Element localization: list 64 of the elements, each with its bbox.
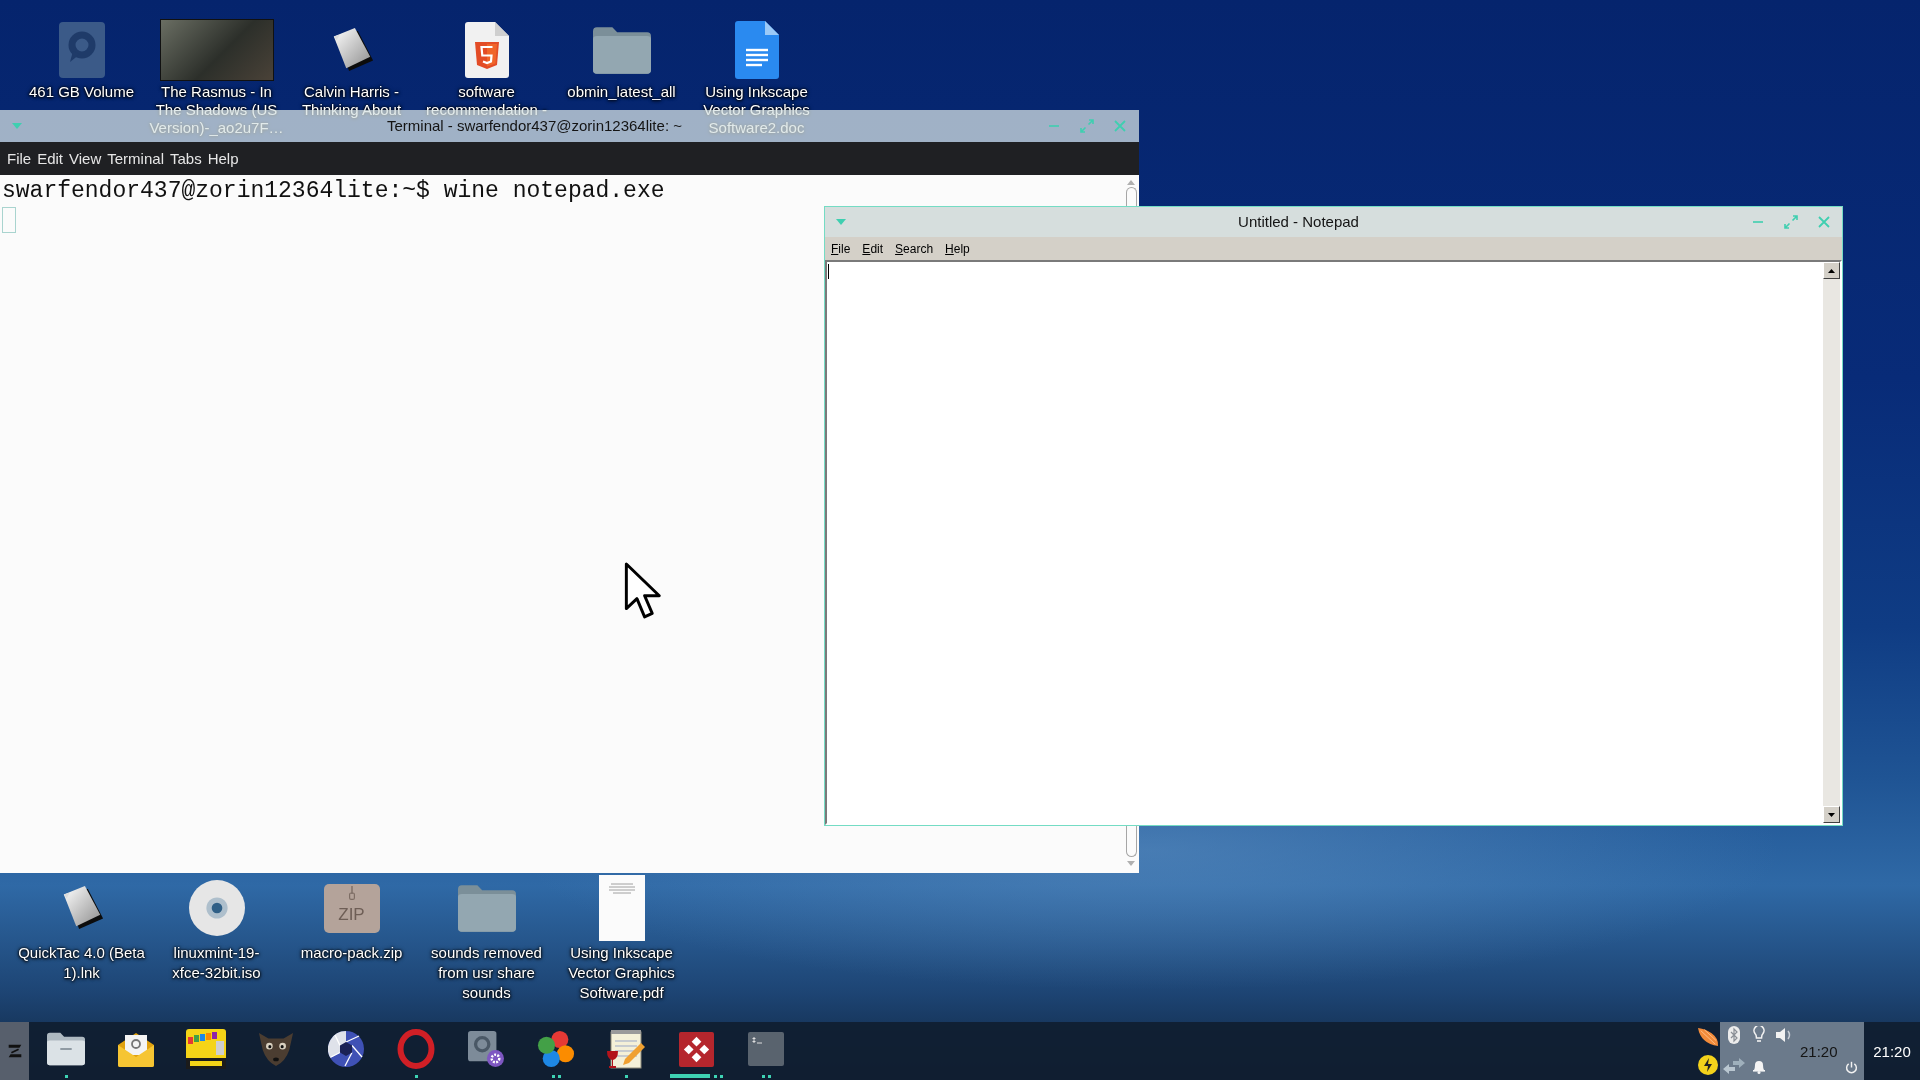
diamond-pattern-icon[interactable] (678, 1031, 714, 1067)
icon-label[interactable]: 461 GB Volume (28, 83, 135, 101)
drive-icon[interactable] (58, 22, 105, 78)
citrus-slice-icon[interactable] (1697, 1027, 1719, 1047)
scroll-down-button[interactable] (1823, 806, 1840, 823)
document-icon[interactable] (734, 21, 779, 79)
html-file-icon[interactable] (464, 22, 509, 78)
text-caret-icon (828, 264, 829, 279)
clover-icon[interactable] (537, 1030, 575, 1068)
clock[interactable]: 21:20 (1873, 1042, 1911, 1060)
icon-label[interactable]: QuickTac 4.0 (Beta 1).lnk (18, 943, 145, 983)
lightbulb-icon[interactable] (1752, 1026, 1765, 1044)
icon-label[interactable]: The Rasmus - In The Shadows (US Version)-_ao2u7F… (149, 83, 284, 137)
terminal-icon[interactable] (748, 1032, 784, 1066)
menu-item[interactable]: Terminal (104, 150, 167, 167)
photo-placeholder[interactable] (159, 19, 274, 81)
disc-icon[interactable] (188, 880, 245, 936)
time-label[interactable]: 21:20 (1800, 1043, 1838, 1061)
bell-icon[interactable] (1751, 1058, 1766, 1074)
lightning-icon[interactable] (1698, 1055, 1718, 1075)
volume-icon[interactable] (1774, 1027, 1793, 1043)
icon-label[interactable]: Using Inkscape Vector Graphics Software2.doc (703, 83, 810, 137)
menu-item[interactable]: Edit (856, 241, 890, 256)
menu-item[interactable]: File (4, 150, 35, 167)
menu-item[interactable]: Tabs (166, 150, 205, 167)
page-icon[interactable] (598, 875, 645, 941)
icon-label[interactable]: sounds removed from usr share sounds (431, 943, 542, 1003)
menu-item[interactable]: View (66, 150, 105, 167)
bluetooth-icon[interactable] (1727, 1026, 1740, 1044)
terminal-line: swarfendor437@zorin12364lite:~$ wine notepad.exe (2, 177, 666, 205)
notepad-icon[interactable] (605, 1029, 647, 1069)
menu-item[interactable]: Edit (34, 150, 67, 167)
camera-shutter-icon[interactable] (328, 1031, 364, 1067)
window-title: Terminal - swarfendor437@zorin12364lite: ~ (387, 119, 682, 133)
usb-stick-icon[interactable] (186, 1029, 226, 1069)
icon-label[interactable]: Calvin Harris - Thinking About (301, 83, 402, 119)
icon-label[interactable]: software recommendation - (426, 83, 547, 119)
up-arrow-icon (1828, 268, 1835, 273)
menu-item[interactable]: Search (889, 241, 940, 256)
start-menu-button[interactable] (0, 1022, 29, 1080)
window-title: Untitled - Notepad (1238, 213, 1359, 231)
disk-settings-icon[interactable] (468, 1031, 504, 1067)
zipper-icon (348, 885, 355, 900)
icon-label[interactable]: macro-pack.zip (300, 943, 403, 963)
menu-item[interactable]: Help (939, 241, 976, 256)
power-icon[interactable] (1844, 1061, 1859, 1074)
scroll-up-button[interactable] (1823, 262, 1840, 279)
icon-label[interactable]: obmin_latest_all (567, 83, 676, 101)
animal-head-icon[interactable] (257, 1031, 295, 1067)
scrollbar[interactable] (1823, 262, 1840, 823)
folder-icon[interactable] (592, 26, 651, 74)
ring-icon[interactable] (397, 1029, 435, 1069)
mouse-pointer-icon (624, 561, 664, 621)
folder-icon[interactable] (47, 1032, 85, 1066)
file-type-label: ZIP (338, 904, 365, 925)
scroll-down-icon[interactable] (1127, 861, 1135, 866)
menu-item[interactable]: File (825, 241, 857, 256)
envelope-icon[interactable] (118, 1031, 154, 1067)
down-arrow-icon (1828, 812, 1835, 817)
scroll-up-icon[interactable] (1127, 180, 1135, 185)
menu-item[interactable]: Help (204, 150, 242, 167)
icon-label[interactable]: linuxmint-19- xfce-32bit.iso (172, 943, 261, 983)
icon-label[interactable]: Using Inkscape Vector Graphics Software.pdf (568, 943, 675, 1003)
terminal-cursor (2, 207, 16, 233)
